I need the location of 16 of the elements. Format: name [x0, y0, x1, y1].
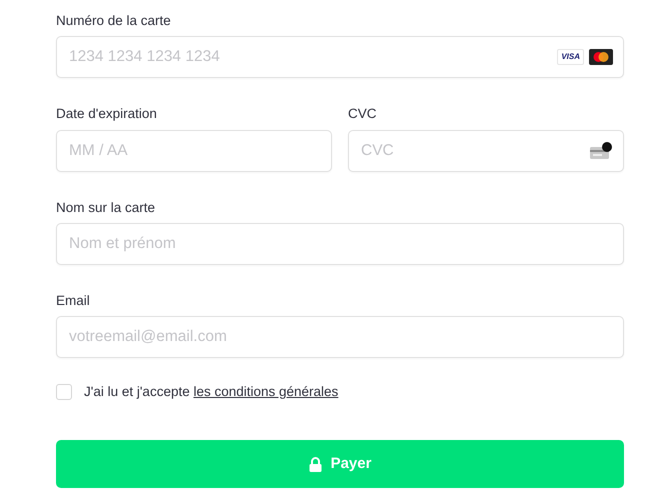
field-label: Email — [56, 292, 90, 310]
input-field[interactable]: CVC — [348, 130, 624, 172]
checkbox[interactable] — [56, 384, 72, 400]
field-label: CVC — [348, 105, 377, 124]
lock-icon — [308, 456, 322, 472]
input-field[interactable]: Nom et prénom — [56, 222, 624, 265]
terms-text: J'ai lu et j'accepte les conditions générales — [84, 383, 338, 401]
mastercard-logo — [589, 49, 613, 66]
field-label: Numéro de la carte — [56, 12, 171, 30]
field-label: Date d'expiration — [56, 105, 157, 124]
cvc-card-icon — [589, 142, 613, 160]
input-field[interactable]: MM / AA — [56, 130, 332, 172]
input-field[interactable]: votreemail@email.com — [56, 316, 624, 358]
visa-logo: VISA — [557, 49, 584, 66]
field-label: Nom sur la carte — [56, 198, 156, 216]
terms-link[interactable]: les conditions générales — [193, 384, 338, 399]
